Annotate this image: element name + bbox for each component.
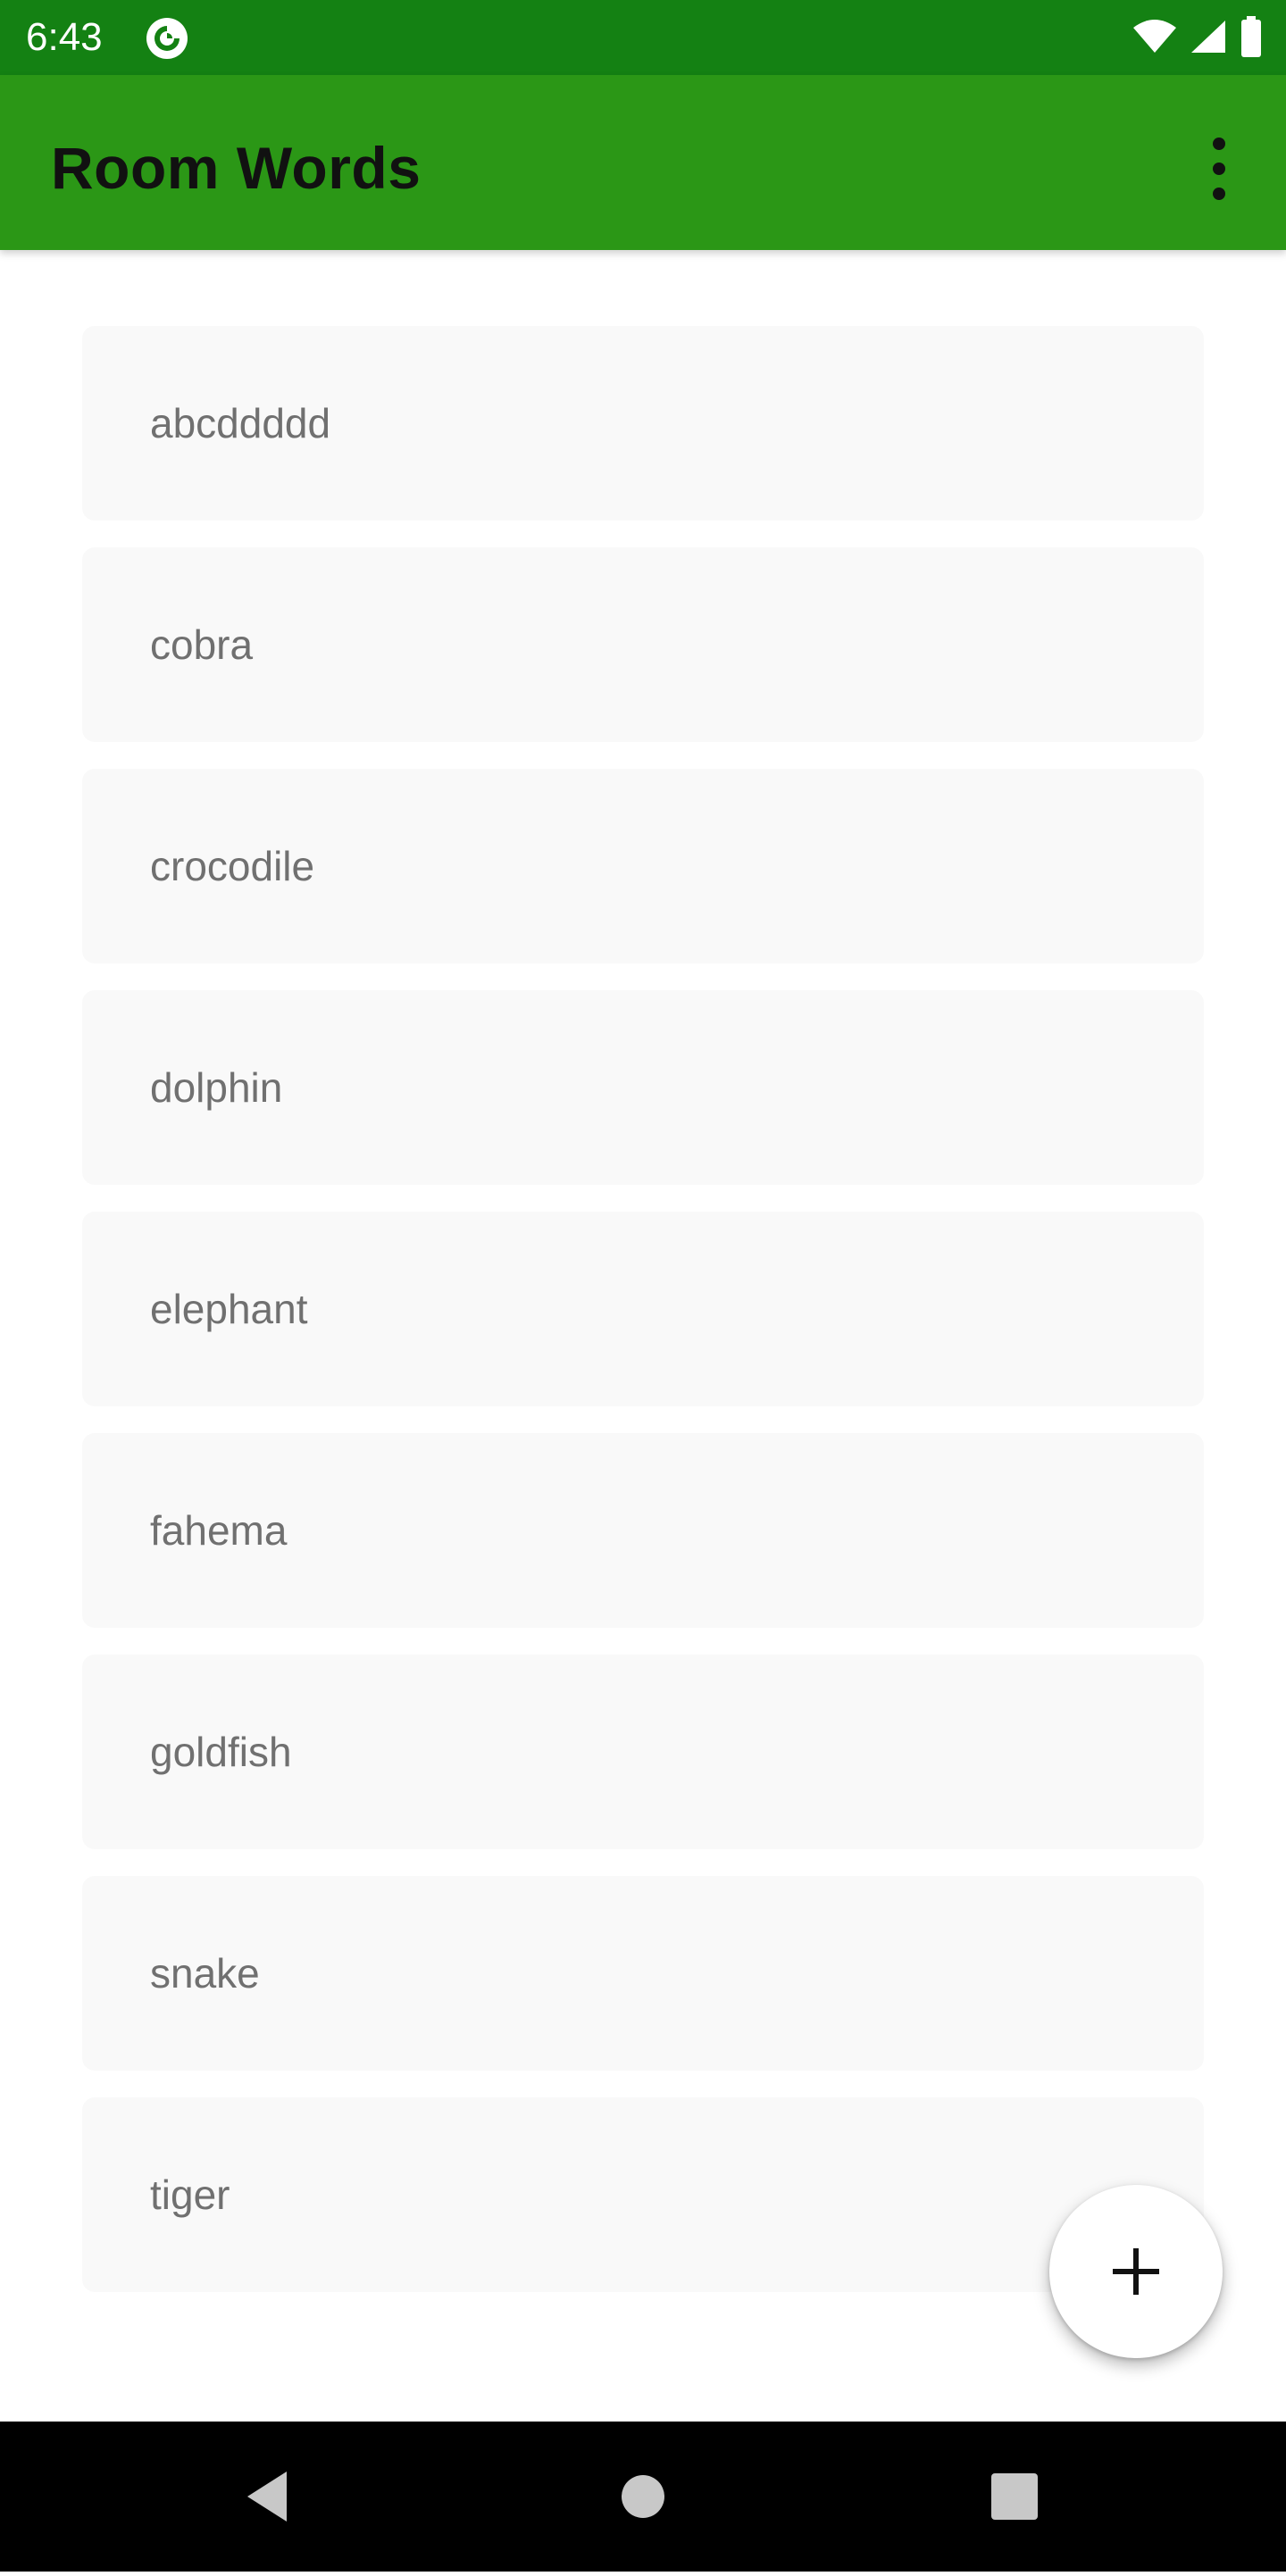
back-button[interactable] (194, 2422, 344, 2572)
pocket-casts-icon (146, 17, 188, 60)
add-word-button[interactable] (1049, 2185, 1223, 2358)
word-card[interactable]: cobra (82, 547, 1204, 742)
home-button[interactable] (568, 2422, 718, 2572)
word-label: elephant (150, 1286, 308, 1332)
app-bar: Room Words (0, 75, 1286, 250)
status-icons (1132, 15, 1263, 62)
word-label: crocodile (150, 843, 315, 889)
home-circle-icon (622, 2475, 664, 2518)
add-icon (1113, 2248, 1159, 2295)
word-list: abcddddd cobra crocodile dolphin elephan… (82, 326, 1204, 2319)
app-title: Room Words (51, 135, 422, 201)
word-label: tiger (150, 2172, 230, 2218)
more-vert-icon[interactable] (1197, 129, 1241, 209)
wifi-icon (1132, 19, 1177, 59)
word-card[interactable]: crocodile (82, 769, 1204, 963)
battery-icon (1240, 15, 1263, 62)
back-triangle-icon (247, 2472, 287, 2522)
recents-square-icon (991, 2473, 1038, 2520)
word-card[interactable]: snake (82, 1876, 1204, 2071)
word-label: abcddddd (150, 400, 331, 446)
word-label: dolphin (150, 1064, 283, 1111)
cell-signal-icon (1190, 19, 1227, 59)
word-card[interactable]: dolphin (82, 990, 1204, 1185)
status-time: 6:43 (26, 15, 103, 59)
word-card[interactable]: abcddddd (82, 326, 1204, 521)
word-label: cobra (150, 621, 254, 668)
word-card[interactable]: goldfish (82, 1655, 1204, 1849)
status-bar: 6:43 (0, 0, 1286, 75)
word-card[interactable]: elephant (82, 1212, 1204, 1406)
word-card[interactable]: fahema (82, 1433, 1204, 1628)
word-label: fahema (150, 1507, 288, 1554)
word-label: snake (150, 1950, 260, 1997)
recents-button[interactable] (939, 2422, 1090, 2572)
word-card[interactable]: tiger (82, 2097, 1204, 2292)
navigation-bar (0, 2422, 1286, 2572)
word-label: goldfish (150, 1729, 292, 1775)
